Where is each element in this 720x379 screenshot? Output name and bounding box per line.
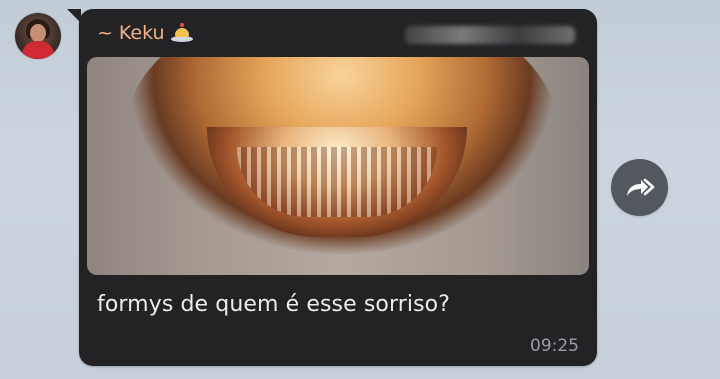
- sender-header[interactable]: ~ Keku: [97, 19, 193, 47]
- message-bubble[interactable]: ~ Keku formys de quem é esse sorriso? 09…: [67, 9, 597, 366]
- cake-icon: [170, 23, 193, 43]
- message-time: 09:25: [530, 336, 579, 356]
- sender-prefix: ~: [97, 22, 113, 44]
- message-image[interactable]: [87, 57, 589, 275]
- forward-button[interactable]: [611, 159, 668, 216]
- sender-name[interactable]: Keku: [119, 22, 165, 44]
- blurred-phone-number: [405, 26, 575, 44]
- message-text: formys de quem é esse sorriso?: [97, 292, 450, 317]
- avatar-face: [30, 24, 46, 42]
- avatar-shirt: [22, 41, 54, 59]
- sender-avatar[interactable]: [15, 13, 61, 59]
- bubble-tail: [67, 9, 81, 23]
- forward-icon: [626, 178, 654, 196]
